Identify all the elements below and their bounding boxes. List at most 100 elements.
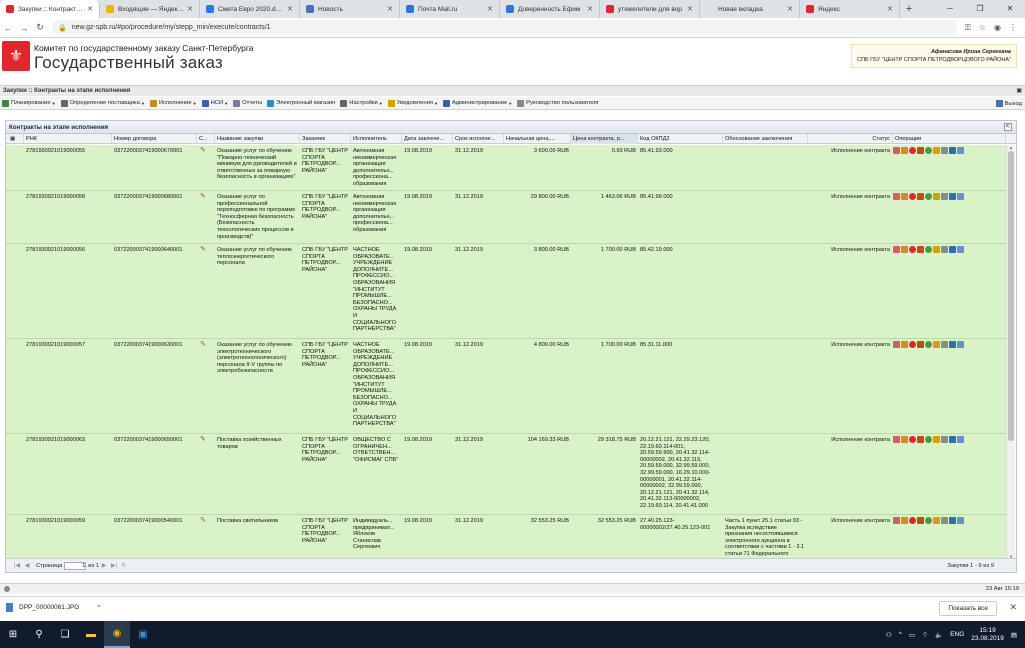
bookmark-star-icon[interactable]: ☆ (979, 23, 986, 33)
operation-icon[interactable] (925, 517, 932, 524)
operation-icon[interactable] (933, 193, 940, 200)
menu-item[interactable]: Исполнение ▼ (149, 99, 197, 107)
menu-item[interactable]: Планирование ▼ (2, 99, 56, 107)
menu-item[interactable]: Отчеты (233, 99, 262, 107)
first-page-icon[interactable]: |◀ (12, 562, 22, 569)
windows-start-icon[interactable]: ⊞ (0, 621, 26, 648)
menu-item[interactable]: Администрирование ▼ (442, 99, 512, 107)
header-settings-icon[interactable]: ▦ (8, 134, 24, 144)
operation-icon[interactable] (957, 341, 964, 348)
operation-icon[interactable] (901, 341, 908, 348)
column-header[interactable]: Код ОКПД2 (638, 134, 723, 144)
task-view-icon[interactable]: ❏ (52, 621, 78, 648)
operation-icon[interactable] (893, 517, 900, 524)
outlook-icon[interactable]: ▣ (130, 621, 156, 648)
column-header[interactable]: Исполнитель (351, 134, 402, 144)
table-row[interactable]: 2781930921019000063 037220003741900065000… (6, 434, 1006, 515)
browser-tab[interactable]: Смета Евро 2020.docx ✕ (200, 0, 300, 18)
column-header[interactable]: Статус (808, 134, 893, 144)
operation-icon[interactable] (957, 436, 964, 443)
operation-icon[interactable] (901, 517, 908, 524)
page-input[interactable] (64, 561, 87, 570)
operation-icon[interactable] (893, 436, 900, 443)
operation-icon[interactable] (893, 193, 900, 200)
operation-icon[interactable] (909, 246, 916, 253)
exit-button[interactable]: Выход (995, 100, 1022, 107)
table-row[interactable]: 2781930921019000056 037220003741900064000… (6, 244, 1006, 339)
collapse-icon[interactable]: ▣ (1016, 87, 1022, 94)
operation-icon[interactable] (949, 341, 956, 348)
column-header[interactable]: Срок исполне... (453, 134, 504, 144)
tab-close-icon[interactable]: ✕ (887, 5, 893, 13)
chrome-icon[interactable]: ◉ (104, 621, 130, 648)
menu-item[interactable]: Электронный магазин (267, 99, 335, 107)
operation-icon[interactable] (909, 193, 916, 200)
column-header[interactable]: РНК (24, 134, 112, 144)
network-icon[interactable]: ⌔ (922, 630, 928, 639)
browser-tab[interactable]: Новая вкладка ✕ (700, 0, 800, 18)
browser-tab[interactable]: Входящие — Яндекс.П ✕ (100, 0, 200, 18)
column-header[interactable]: Номер договора (112, 134, 197, 144)
clock[interactable]: 15:19 23.08.2019 (971, 627, 1004, 643)
profile-icon[interactable]: ◉ (994, 23, 1001, 33)
operation-icon[interactable] (941, 147, 948, 154)
minimize-icon[interactable]: ─ (935, 0, 965, 18)
tab-close-icon[interactable]: ✕ (587, 5, 593, 13)
operation-icon[interactable] (893, 246, 900, 253)
operation-icon[interactable] (949, 147, 956, 154)
back-icon[interactable]: ← (0, 23, 16, 33)
menu-item[interactable]: Уведомления ▼ (387, 99, 438, 107)
maximize-icon[interactable]: ❐ (965, 0, 995, 18)
column-header[interactable]: Цена контракта, р... (571, 134, 638, 144)
show-all-button[interactable]: Показать все (939, 601, 997, 616)
tab-close-icon[interactable]: ✕ (187, 5, 193, 13)
browser-tab[interactable]: утяжелители для вор ✕ (600, 0, 700, 18)
browser-tab[interactable]: Закупки :: Контракты на ✕ (0, 0, 100, 18)
tab-close-icon[interactable]: ✕ (87, 5, 93, 13)
battery-icon[interactable]: ▭ (909, 631, 915, 639)
column-header[interactable]: Название закупки (215, 134, 300, 144)
scroll-up-icon[interactable]: ▲ (1007, 145, 1015, 150)
operation-icon[interactable] (917, 193, 924, 200)
operation-icon[interactable] (957, 246, 964, 253)
table-row[interactable]: 2781930921019000058 037220003741900068000… (6, 191, 1006, 244)
tab-close-icon[interactable]: ✕ (787, 5, 793, 13)
reload-icon[interactable]: ↻ (32, 22, 48, 33)
scroll-thumb[interactable] (1008, 151, 1014, 441)
tab-close-icon[interactable]: ✕ (287, 5, 293, 13)
file-explorer-icon[interactable]: ▬ (78, 621, 104, 648)
table-row[interactable]: 2781930921019000059 037220003741900054000… (6, 515, 1006, 559)
column-header[interactable]: Дата заключе... (402, 134, 453, 144)
operation-icon[interactable] (949, 436, 956, 443)
menu-item[interactable]: Руководство пользователя (517, 99, 598, 107)
operation-icon[interactable] (901, 436, 908, 443)
operation-icon[interactable] (941, 246, 948, 253)
operation-icon[interactable] (933, 341, 940, 348)
operation-icon[interactable] (917, 246, 924, 253)
close-window-icon[interactable]: ✕ (995, 0, 1025, 18)
operation-icon[interactable] (909, 517, 916, 524)
operation-icon[interactable] (941, 436, 948, 443)
column-header[interactable]: С... (197, 134, 215, 144)
operation-icon[interactable] (925, 246, 932, 253)
operation-icon[interactable] (949, 193, 956, 200)
column-header[interactable]: Заказчик (300, 134, 351, 144)
refresh-icon[interactable]: ↻ (119, 562, 129, 569)
operation-icon[interactable] (941, 341, 948, 348)
user-info[interactable]: Афанасова Ирина Сергеевна СПБ ГБУ "ЦЕНТР… (851, 44, 1017, 68)
menu-item[interactable]: НСИ ▼ (201, 99, 228, 107)
operation-icon[interactable] (933, 246, 940, 253)
new-tab-button[interactable]: + (900, 0, 918, 18)
tab-close-icon[interactable]: ✕ (687, 5, 693, 13)
operation-icon[interactable] (925, 436, 932, 443)
column-header[interactable]: Начальная цена,... (504, 134, 571, 144)
operation-icon[interactable] (917, 436, 924, 443)
tab-close-icon[interactable]: ✕ (487, 5, 493, 13)
operation-icon[interactable] (901, 193, 908, 200)
menu-dots-icon[interactable]: ⋮ (1009, 23, 1017, 33)
column-header[interactable]: Операции (893, 134, 1006, 144)
operation-icon[interactable] (957, 517, 964, 524)
operation-icon[interactable] (949, 517, 956, 524)
operation-icon[interactable] (941, 193, 948, 200)
operation-icon[interactable] (957, 193, 964, 200)
